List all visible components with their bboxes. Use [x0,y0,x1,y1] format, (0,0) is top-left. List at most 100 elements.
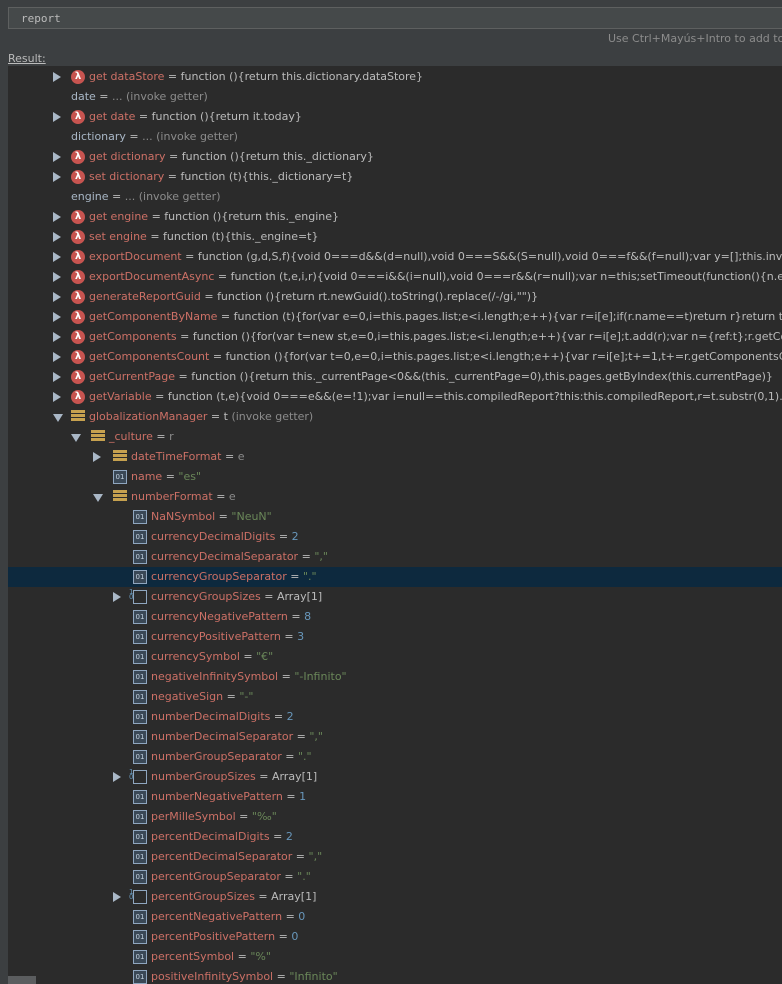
property-name: dictionary [71,130,126,143]
primitive-icon: 01 [133,970,147,984]
tree-row[interactable]: 1 0 numberGroupSizes = Array[1] [8,767,782,787]
collapse-arrow-icon[interactable] [53,414,63,422]
expand-arrow-icon[interactable] [53,172,61,182]
tree-row[interactable]: dateTimeFormat = e [8,447,782,467]
tree-row[interactable]: 01 currencyDecimalSeparator = "," [8,547,782,567]
invoke-getter-label[interactable]: (invoke getter) [228,410,313,423]
tree-row[interactable]: numberFormat = e [8,487,782,507]
expand-arrow-icon[interactable] [53,352,61,362]
tree-row[interactable]: λ getCurrentPage = function (){return thi… [8,367,782,387]
tree-row[interactable]: 01 negativeSign = "-" [8,687,782,707]
tree-row[interactable]: λ get dictionary = function (){return thi… [8,147,782,167]
tree-row[interactable]: 01 percentNegativePattern = 0 [8,907,782,927]
expand-arrow-icon[interactable] [113,772,121,782]
tree-row[interactable]: _culture = r [8,427,782,447]
expand-arrow-icon[interactable] [53,272,61,282]
tree-row[interactable]: 01 percentSymbol = "%" [8,947,782,967]
array-icon: 10 [129,769,147,784]
tree-row[interactable]: 01 currencyNegativePattern = 8 [8,607,782,627]
tree-row[interactable]: 01 negativeInfinitySymbol = "-Infinito" [8,667,782,687]
result-tree[interactable]: λ get dataStore = function (){return this… [8,66,782,984]
expand-arrow-icon[interactable] [53,112,61,122]
property-value: "-Infinito" [294,670,347,683]
tree-row[interactable]: 01 percentGroupSeparator = "." [8,867,782,887]
expand-arrow-icon[interactable] [53,332,61,342]
tree-row[interactable]: 01 numberGroupSeparator = "." [8,747,782,767]
property-value: 0 [298,910,306,923]
tree-row[interactable]: engine = ... (invoke getter) [8,187,782,207]
expand-arrow-icon[interactable] [93,452,101,462]
expression-input[interactable] [21,12,721,25]
function-icon: λ [71,230,85,244]
property-name: getComponentByName [89,310,218,323]
property-value: function (){return it.today} [151,110,302,123]
property-value: function (){return this._engine} [164,210,340,223]
expand-arrow-icon[interactable] [53,252,61,262]
tree-row[interactable]: λ set engine = function (t){this._engine=… [8,227,782,247]
property-name: getVariable [89,390,152,403]
tree-row-text: dateTimeFormat = e [131,450,245,463]
tree-row[interactable]: dictionary = ... (invoke getter) [8,127,782,147]
property-value: Array[1] [276,590,323,603]
expand-arrow-icon[interactable] [53,152,61,162]
tree-row-text: getVariable = function (t,e){void 0===e&… [89,390,782,404]
collapse-arrow-icon[interactable] [71,434,81,442]
primitive-icon: 01 [133,790,147,804]
property-name: get engine [89,210,149,223]
tree-row[interactable]: 01 currencyDecimalDigits = 2 [8,527,782,547]
tree-row[interactable]: 01 numberDecimalSeparator = "," [8,727,782,747]
tree-row[interactable]: 01 currencyGroupSeparator = "." [8,567,782,587]
property-name: numberGroupSizes [151,770,256,783]
tree-row[interactable]: λ get dataStore = function (){return this… [8,67,782,87]
expand-arrow-icon[interactable] [53,372,61,382]
expand-arrow-icon[interactable] [113,892,121,902]
collapse-arrow-icon[interactable] [93,494,103,502]
property-name: positiveInfinitySymbol [151,970,274,983]
tree-row[interactable]: 01 NaNSymbol = "NeuN" [8,507,782,527]
tree-row[interactable]: 01 numberDecimalDigits = 2 [8,707,782,727]
tree-row[interactable]: λ get engine = function (){return this._e… [8,207,782,227]
tree-row-text: _culture = r [109,430,174,443]
tree-row[interactable]: globalizationManager = t (invoke getter) [8,407,782,427]
tree-row-text: getCurrentPage = function (){return this… [89,370,773,383]
expand-arrow-icon[interactable] [53,292,61,302]
tree-row-text: numberDecimalSeparator = "," [151,730,323,743]
tree-row[interactable]: 01 numberNegativePattern = 1 [8,787,782,807]
expand-arrow-icon[interactable] [53,212,61,222]
tree-row[interactable]: λ getComponentByName = function (t){for(v… [8,307,782,327]
tree-row[interactable]: λ getVariable = function (t,e){void 0===e… [8,387,782,407]
tree-row-text: positiveInfinitySymbol = "Infinito" [151,970,338,983]
tree-row[interactable]: 01 currencySymbol = "€" [8,647,782,667]
tree-row[interactable]: 01 percentDecimalDigits = 2 [8,827,782,847]
tree-row[interactable]: 01 name = "es" [8,467,782,487]
tree-row[interactable]: λ exportDocument = function (g,d,S,f){voi… [8,247,782,267]
tree-row[interactable]: λ getComponents = function (){for(var t=n… [8,327,782,347]
tree-row[interactable]: 01 currencyPositivePattern = 3 [8,627,782,647]
tree-row[interactable]: λ exportDocumentAsync = function (t,e,i,r… [8,267,782,287]
tree-row[interactable]: 01 percentPositivePattern = 0 [8,927,782,947]
property-value: "," [314,550,328,563]
expand-arrow-icon[interactable] [53,72,61,82]
tree-row-text: currencyNegativePattern = 8 [151,610,312,623]
tree-row[interactable]: 01 percentDecimalSeparator = "," [8,847,782,867]
property-name: currencyNegativePattern [151,610,288,623]
expand-arrow-icon[interactable] [113,592,121,602]
tree-row[interactable]: 1 0 currencyGroupSizes = Array[1] [8,587,782,607]
tree-row[interactable]: 01 perMilleSymbol = "‰" [8,807,782,827]
expand-arrow-icon[interactable] [53,232,61,242]
expand-arrow-icon[interactable] [53,312,61,322]
tree-row[interactable]: λ get date = function (){return it.today} [8,107,782,127]
tree-row[interactable]: date = ... (invoke getter) [8,87,782,107]
tree-row[interactable]: λ set dictionary = function (t){this._dic… [8,167,782,187]
property-name: generateReportGuid [89,290,201,303]
horizontal-scrollbar[interactable] [8,976,36,984]
object-icon [91,430,105,444]
tree-row[interactable]: 1 0 percentGroupSizes = Array[1] [8,887,782,907]
expression-box[interactable] [8,7,782,29]
tree-row[interactable]: 01 positiveInfinitySymbol = "Infinito" [8,967,782,984]
tree-row[interactable]: λ getComponentsCount = function (){for(va… [8,347,782,367]
tree-row-text: exportDocumentAsync = function (t,e,i,r)… [89,270,782,284]
property-value: "." [302,570,317,583]
tree-row[interactable]: λ generateReportGuid = function (){return… [8,287,782,307]
expand-arrow-icon[interactable] [53,392,61,402]
